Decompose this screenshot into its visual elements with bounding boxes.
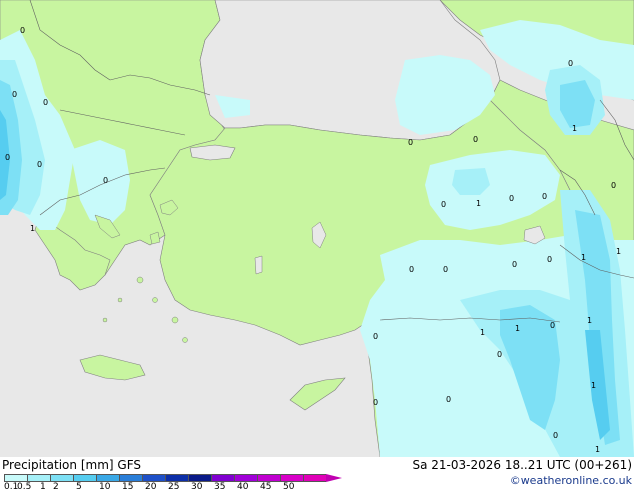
colorbar-swatch: [188, 474, 211, 482]
amount-label: 0: [443, 265, 448, 274]
colorbar-swatch: [234, 474, 257, 482]
sea-of-marmara: [189, 144, 236, 161]
amount-label: 0: [373, 332, 378, 341]
map-canvas: 0 0 0 0 0 0 1 0 0 1 0 0 0 0 0 1 0 0 0 0: [0, 0, 634, 457]
legend-title: Precipitation [mm] GFS: [2, 458, 141, 472]
colorbar-swatch: [165, 474, 188, 482]
amount-label: 1: [476, 199, 481, 208]
aegean-island: [152, 297, 158, 303]
amount-label: 0: [497, 350, 502, 359]
amount-label: 1: [480, 328, 485, 337]
amount-label: 0: [568, 59, 573, 68]
colorbar-tick-label: 10: [99, 482, 111, 490]
colorbar-tick-label: 25: [168, 482, 180, 490]
amount-label: 1: [515, 324, 520, 333]
aegean-island: [136, 276, 144, 284]
colorbar: [4, 474, 342, 482]
colorbar-swatch: [280, 474, 303, 482]
colorbar-tick-label: 20: [145, 482, 157, 490]
amount-label: 0: [547, 255, 552, 264]
amount-label: 1: [616, 247, 621, 256]
amount-label: 0: [611, 181, 616, 190]
amount-label: 1: [30, 224, 35, 233]
colorbar-tick-label: 1: [40, 482, 46, 490]
amount-label: 0: [446, 395, 451, 404]
colorbar-tick-label: 35: [214, 482, 226, 490]
colorbar-swatch: [303, 474, 326, 482]
amount-label: 0: [373, 398, 378, 407]
colorbar-tick-label: 0.5: [17, 482, 32, 490]
colorbar-arrow: [326, 474, 342, 482]
colorbar-swatch: [211, 474, 234, 482]
precipitation-map: 0 0 0 0 0 0 1 0 0 1 0 0 0 0 0 1 0 0 0 0: [0, 0, 634, 457]
colorbar-swatch: [96, 474, 119, 482]
amount-label: 0: [408, 138, 413, 147]
colorbar-tick-label: 45: [260, 482, 272, 490]
amount-label: 1: [587, 316, 592, 325]
weather-map-page: 0 0 0 0 0 0 1 0 0 1 0 0 0 0 0 1 0 0 0 0: [0, 0, 634, 490]
aegean-island: [102, 317, 108, 323]
amount-label: 1: [572, 124, 577, 133]
colorbar-swatch: [142, 474, 165, 482]
amount-label: 0: [409, 265, 414, 274]
colorbar-swatch: [257, 474, 280, 482]
amount-label: 1: [591, 381, 596, 390]
model-name: GFS: [117, 458, 141, 472]
amount-label: 1: [581, 253, 586, 262]
amount-label: 0: [37, 160, 42, 169]
amount-label: 0: [550, 321, 555, 330]
colorbar-swatch: [50, 474, 73, 482]
amount-label: 0: [473, 135, 478, 144]
colorbar-tick-label: 2: [53, 482, 59, 490]
aegean-island: [171, 316, 179, 324]
amount-label: 0: [43, 98, 48, 107]
aegean-island: [182, 337, 188, 343]
amount-label: 0: [441, 200, 446, 209]
amount-label: 0: [5, 153, 10, 162]
colorbar-tick-label: 15: [122, 482, 134, 490]
colorbar-tick-label: 40: [237, 482, 249, 490]
legend-footer: Precipitation [mm] GFS Sa 21-03-2026 18.…: [0, 457, 634, 490]
colorbar-swatch: [27, 474, 50, 482]
forecast-timestamp: Sa 21-03-2026 18..21 UTC (00+261): [412, 458, 632, 472]
amount-label: 0: [103, 176, 108, 185]
amount-label: 0: [553, 431, 558, 440]
colorbar-swatch: [73, 474, 96, 482]
colorbar-tick-label: 30: [191, 482, 203, 490]
lake-small: [254, 255, 263, 275]
colorbar-swatch: [119, 474, 142, 482]
colorbar-ticks: 0.1 0.5 1 2 5 10 15 20 25 30 35 40 45 50: [0, 483, 340, 490]
amount-label: 0: [20, 26, 25, 35]
amount-label: 0: [512, 260, 517, 269]
colorbar-tick-label: 5: [76, 482, 82, 490]
colorbar-swatch: [4, 474, 27, 482]
amount-label: 0: [509, 194, 514, 203]
amount-label: 0: [12, 90, 17, 99]
colorbar-tick-label: 50: [283, 482, 295, 490]
credit-link[interactable]: ©weatheronline.co.uk: [510, 474, 632, 488]
amount-label: 0: [542, 192, 547, 201]
legend-title-text: Precipitation [mm]: [2, 458, 114, 472]
amount-label: 1: [595, 445, 600, 454]
legend-header-row: Precipitation [mm] GFS Sa 21-03-2026 18.…: [0, 457, 634, 473]
aegean-island: [117, 297, 123, 303]
